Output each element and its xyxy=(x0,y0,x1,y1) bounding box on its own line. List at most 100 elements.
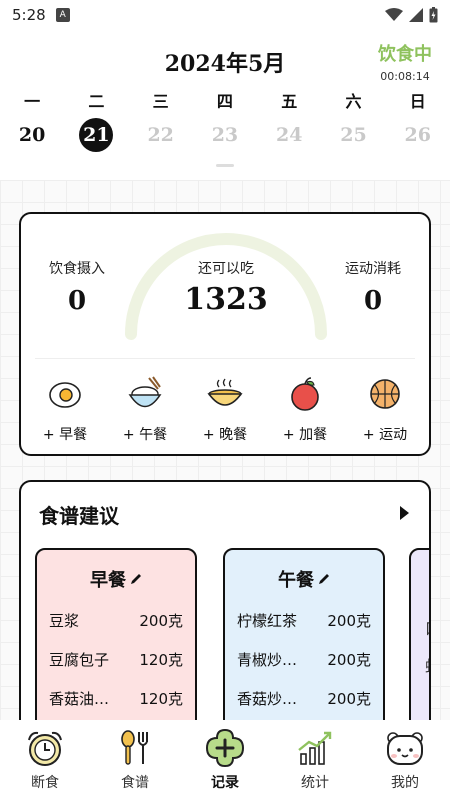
plan-title: 早餐 xyxy=(90,570,126,591)
fasting-status[interactable]: 饮食中 00:08:14 xyxy=(378,40,432,83)
date-cell[interactable]: 26 xyxy=(386,118,450,152)
weekday-row: 一 二 三 四 五 六 日 xyxy=(0,88,450,112)
plan-item: 豆腐包子 120克 xyxy=(37,649,195,670)
date-number: 20 xyxy=(18,124,46,146)
date-number: 24 xyxy=(275,124,303,146)
eaten-value: 0 xyxy=(67,286,87,316)
recipe-suggestion-card: 食谱建议 早餐 豆浆 200克 豆腐包子 120克 香菇油… 120克 午餐 柠檬红茶… xyxy=(19,480,431,740)
food-name: 豆浆 xyxy=(49,612,80,630)
status-time: 5:28 xyxy=(12,6,46,24)
food-name: 青椒炒… xyxy=(237,651,298,669)
eaten-label: 饮食摄入 xyxy=(49,261,105,277)
date-cell-selected[interactable]: 21 xyxy=(64,118,128,152)
tab-label: 食谱 xyxy=(121,775,149,791)
food-amount: 200克 xyxy=(327,612,371,630)
status-bar: 5:28 A xyxy=(0,0,450,30)
signal-icon xyxy=(409,8,423,22)
dinner-plan-card[interactable]: 口 蛙 xyxy=(409,548,429,738)
divider xyxy=(35,358,415,359)
drag-handle[interactable] xyxy=(216,164,234,167)
weekday-label: 日 xyxy=(409,92,426,111)
tab-fasting[interactable]: 断食 xyxy=(9,726,81,792)
date-cell[interactable]: 25 xyxy=(321,118,385,152)
meal-label: + 早餐 xyxy=(42,427,88,443)
tab-label: 统计 xyxy=(301,775,329,791)
wifi-icon xyxy=(385,8,403,21)
date-cell[interactable]: 23 xyxy=(193,118,257,152)
date-cell[interactable]: 22 xyxy=(129,118,193,152)
date-number: 22 xyxy=(147,124,174,146)
weekday-label: 四 xyxy=(216,92,233,111)
date-number: 25 xyxy=(340,124,367,146)
food-amount: 200克 xyxy=(327,651,371,669)
tab-record[interactable]: 记录 xyxy=(189,726,261,792)
food-amount: 120克 xyxy=(139,651,183,669)
remaining-label: 还可以吃 xyxy=(198,261,254,277)
pencil-icon[interactable] xyxy=(130,573,142,585)
date-cell[interactable]: 20 xyxy=(0,118,64,152)
tab-profile[interactable]: 我的 xyxy=(369,726,441,792)
food-amount: 120克 xyxy=(139,690,183,708)
breakfast-plan-card[interactable]: 早餐 豆浆 200克 豆腐包子 120克 香菇油… 120克 xyxy=(35,548,197,738)
dinner-peek-text: 口 xyxy=(425,610,429,648)
weekday-label: 六 xyxy=(345,92,362,111)
date-number: 21 xyxy=(79,118,114,152)
add-dinner-button[interactable]: + 晚餐 xyxy=(189,374,261,444)
dinner-peek-text: 蛙 xyxy=(425,648,429,686)
remaining-value: 1323 xyxy=(184,282,268,317)
bear-face-icon xyxy=(387,732,423,765)
battery-icon xyxy=(429,7,438,23)
fasting-timer: 00:08:14 xyxy=(380,70,430,83)
alarm-clock-icon xyxy=(28,731,62,766)
date-number: 23 xyxy=(211,124,239,146)
meal-label: + 运动 xyxy=(362,427,408,443)
eaten-stat: 饮食摄入 0 xyxy=(35,258,119,316)
calorie-summary-card: 饮食摄入 0 还可以吃 1323 运动消耗 0 + 早餐 + 午餐 + 晚餐 +… xyxy=(19,212,431,456)
plan-header: 午餐 xyxy=(225,566,383,592)
meal-label: + 午餐 xyxy=(122,427,168,443)
recipe-title-text: 食谱建议 xyxy=(39,504,119,528)
plan-item: 香菇炒… 200克 xyxy=(225,688,383,709)
date-number: 26 xyxy=(404,124,431,146)
date-cell[interactable]: 24 xyxy=(257,118,321,152)
add-lunch-button[interactable]: + 午餐 xyxy=(109,374,181,444)
add-exercise-button[interactable]: + 运动 xyxy=(349,374,421,444)
burned-value: 0 xyxy=(363,286,383,316)
fried-egg-icon xyxy=(49,382,81,408)
recipe-section-title: 食谱建议 xyxy=(37,500,125,531)
tab-label: 断食 xyxy=(31,775,59,791)
plan-item: 柠檬红茶 200克 xyxy=(225,610,383,631)
plan-item: 豆浆 200克 xyxy=(37,610,195,631)
basketball-icon xyxy=(370,379,400,409)
soup-bowl-icon xyxy=(207,378,243,406)
food-name: 香菇油… xyxy=(49,690,110,708)
more-arrow-icon[interactable] xyxy=(400,506,409,520)
meal-buttons: + 早餐 + 午餐 + 晚餐 + 加餐 + 运动 xyxy=(21,374,429,444)
pencil-icon[interactable] xyxy=(318,573,330,585)
plan-title: 午餐 xyxy=(278,570,314,591)
apple-icon xyxy=(291,377,319,411)
meal-label: + 加餐 xyxy=(282,427,328,443)
add-record-icon xyxy=(205,728,245,768)
food-amount: 200克 xyxy=(327,690,371,708)
utensils-icon xyxy=(121,730,148,765)
tab-recipes[interactable]: 食谱 xyxy=(99,726,171,792)
fasting-status-label: 饮食中 xyxy=(378,44,432,65)
meal-label: + 晚餐 xyxy=(202,427,248,443)
plan-item: 青椒炒… 200克 xyxy=(225,649,383,670)
food-name: 豆腐包子 xyxy=(49,651,110,669)
weekday-label: 二 xyxy=(88,92,105,111)
tab-statistics[interactable]: 统计 xyxy=(279,726,351,792)
bottom-tab-bar: 断食 食谱 记录 统计 我的 xyxy=(0,720,450,800)
dinner-peek: 口 蛙 xyxy=(425,610,429,686)
plan-header: 早餐 xyxy=(37,566,195,592)
lunch-plan-card[interactable]: 午餐 柠檬红茶 200克 青椒炒… 200克 香菇炒… 200克 xyxy=(223,548,385,738)
add-breakfast-button[interactable]: + 早餐 xyxy=(29,374,101,444)
calendar-header: 2024年5月 饮食中 00:08:14 xyxy=(0,36,450,86)
stats-chart-icon xyxy=(298,731,332,765)
weekday-label: 五 xyxy=(281,92,298,111)
add-snack-button[interactable]: + 加餐 xyxy=(269,374,341,444)
date-row: 20 21 22 23 24 25 26 xyxy=(0,118,450,152)
burned-stat: 运动消耗 0 xyxy=(331,258,415,316)
tab-label: 我的 xyxy=(391,775,419,791)
